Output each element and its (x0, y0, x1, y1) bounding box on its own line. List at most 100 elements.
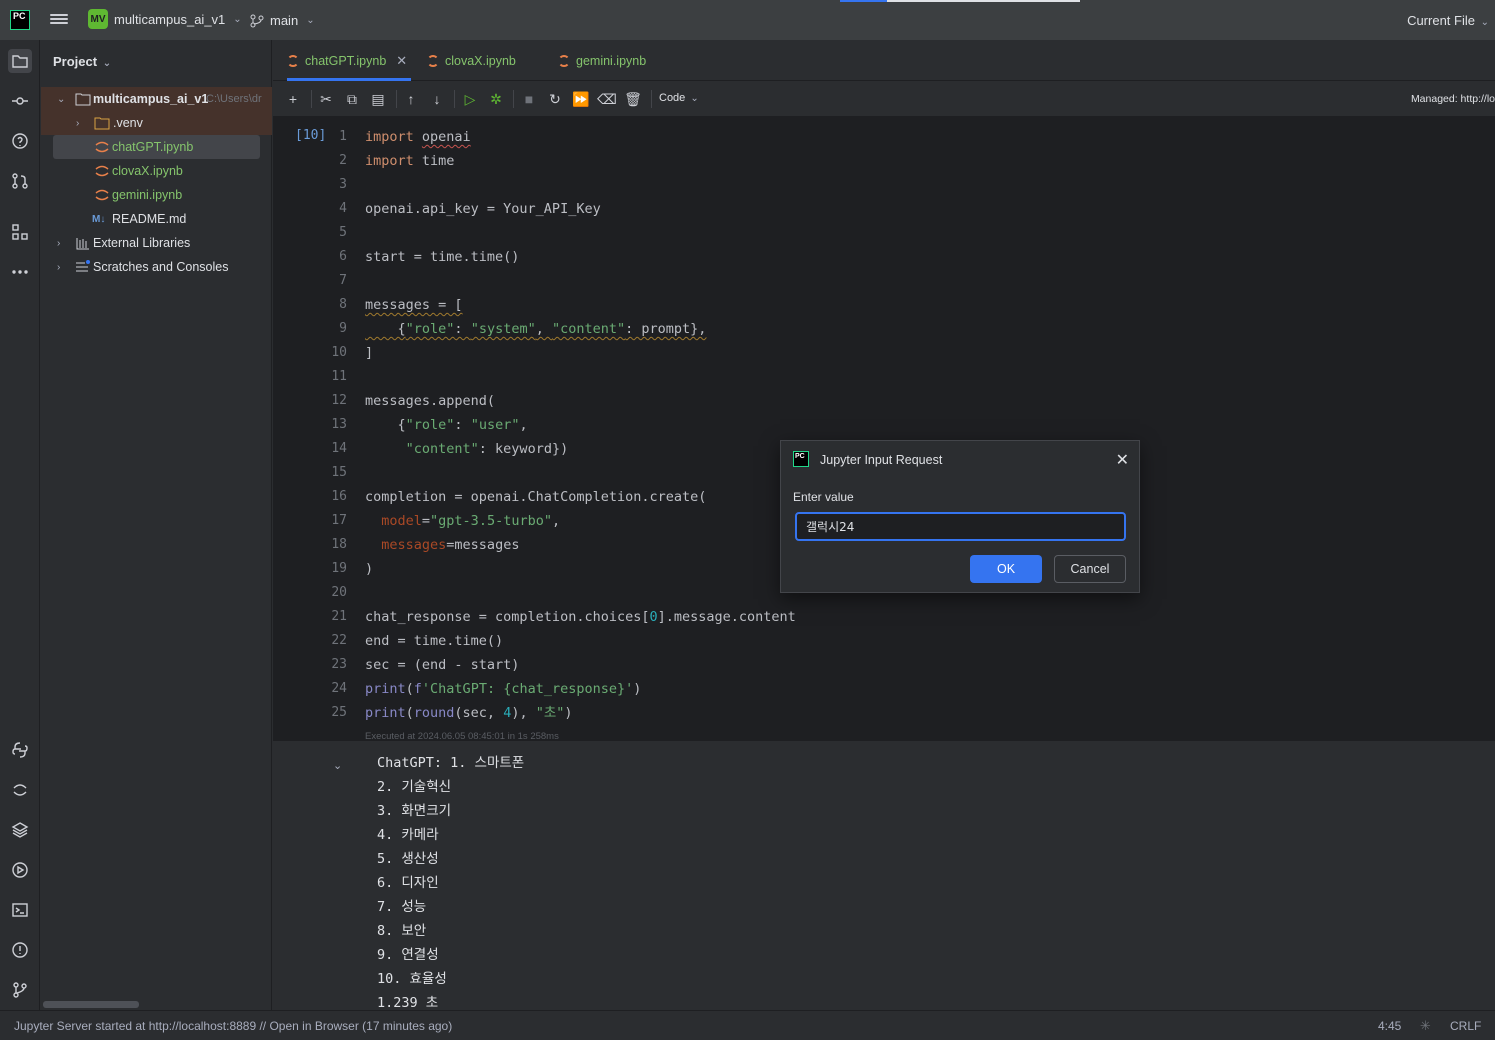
ok-button[interactable]: OK (970, 555, 1042, 583)
move-up-icon[interactable]: ↑ (401, 89, 421, 109)
tree-item-readme[interactable]: M↓ README.md (41, 207, 272, 231)
tree-item-label: Scratches and Consoles (93, 260, 229, 274)
commit-icon[interactable] (8, 89, 32, 113)
chevron-down-icon: ⌄ (690, 93, 699, 104)
caret-position[interactable]: 4:45 (1378, 1019, 1401, 1033)
problems-icon[interactable] (8, 938, 32, 962)
tree-item-venv[interactable]: › .venv (41, 111, 272, 135)
chevron-down-icon[interactable]: ⌄ (333, 759, 342, 772)
copy-icon[interactable]: ⧉ (342, 89, 362, 109)
project-badge: MV (88, 9, 108, 29)
project-panel-title[interactable]: Project ⌄ (53, 54, 111, 69)
layers-icon[interactable] (8, 818, 32, 842)
code-line: end = time.time() (365, 633, 504, 649)
line-number: 5 (339, 225, 347, 240)
clear-outputs-icon[interactable]: ⌫ (597, 89, 617, 109)
chevron-down-icon: ⌄ (233, 13, 242, 25)
tree-item-external-libraries[interactable]: › External Libraries (41, 231, 272, 255)
tree-item-label: External Libraries (93, 236, 191, 250)
main-menu-button[interactable] (50, 12, 68, 28)
tree-item-clovax-notebook[interactable]: clovaX.ipynb (41, 159, 272, 183)
tool-window-strip (0, 40, 40, 1010)
services-icon[interactable] (8, 858, 32, 882)
tab-label: chatGPT.ipynb (305, 53, 387, 68)
tree-item-label: chatGPT.ipynb (112, 140, 194, 154)
code-line: messages.append( (365, 393, 496, 409)
jupyter-icon[interactable] (8, 778, 32, 802)
line-number: 16 (331, 489, 347, 504)
move-down-icon[interactable]: ↓ (427, 89, 447, 109)
run-cell-icon[interactable]: ▷ (460, 89, 480, 109)
run-config-label: Current File (1407, 13, 1475, 28)
server-status[interactable]: Managed: http://lo (1411, 93, 1495, 105)
line-number: 9 (339, 321, 347, 336)
chevron-right-icon: › (57, 261, 61, 273)
terminal-icon[interactable] (8, 898, 32, 922)
output-line: ChatGPT: 1. 스마트폰 (377, 755, 525, 771)
line-number: 12 (331, 393, 347, 408)
paste-icon[interactable]: ▤ (368, 89, 388, 109)
python-console-icon[interactable] (8, 738, 32, 762)
notebook-toolbar: + ✂ ⧉ ▤ ↑ ↓ ▷ ✲ ■ ↻ ⏩ ⌫ 🗑 Code ⌄ Managed… (273, 81, 1495, 117)
learn-icon[interactable] (8, 129, 32, 153)
cell-type-selector[interactable]: Code ⌄ (659, 92, 699, 104)
jupyter-notebook-icon (95, 141, 109, 153)
horizontal-scrollbar[interactable] (43, 1001, 139, 1008)
restart-kernel-icon[interactable]: ↻ (545, 89, 565, 109)
cancel-button[interactable]: Cancel (1054, 555, 1126, 583)
debug-cell-icon[interactable]: ✲ (486, 89, 506, 109)
value-input[interactable] (795, 512, 1126, 541)
run-config-selector[interactable]: Current File ⌄ (1407, 13, 1489, 28)
status-bar: Jupyter Server started at http://localho… (0, 1010, 1495, 1040)
chevron-down-icon: ⌄ (1480, 17, 1489, 28)
output-line: 8. 보안 (377, 923, 427, 939)
code-editor[interactable]: import openai import time openai.api_key … (365, 125, 796, 725)
project-switcher[interactable]: MV multicampus_ai_v1 ⌄ (88, 9, 242, 29)
output-line: 1.239 초 (377, 995, 439, 1010)
branch-switcher[interactable]: main ⌄ (250, 13, 315, 28)
line-numbers: 1 2 3 4 5 6 7 8 9 10 11 12 13 14 15 16 17 18 19 20 21 22 23 24 2… (313, 125, 347, 725)
structure-icon[interactable] (8, 220, 32, 244)
output-line: 10. 효율성 (377, 971, 447, 987)
stop-icon[interactable]: ■ (519, 89, 539, 109)
code-line: import time (365, 153, 455, 169)
output-line: 5. 생산성 (377, 851, 439, 867)
dialog-title: Jupyter Input Request (820, 453, 943, 467)
tree-item-scratches[interactable]: › Scratches and Consoles (41, 255, 272, 279)
line-number: 4 (339, 201, 347, 216)
tab-gemini[interactable]: gemini.ipynb (558, 40, 646, 81)
close-icon[interactable]: ✕ (396, 53, 407, 69)
tab-clovax[interactable]: clovaX.ipynb (427, 40, 516, 81)
run-all-icon[interactable]: ⏩ (571, 89, 591, 109)
pull-requests-icon[interactable] (8, 169, 32, 193)
code-line: print(round(sec, 4), "초") (365, 705, 573, 721)
tab-chatgpt[interactable]: chatGPT.ipynb ✕ (287, 40, 412, 81)
git-icon[interactable] (8, 978, 32, 1002)
title-bar: PC MV multicampus_ai_v1 ⌄ main ⌄ Current… (0, 0, 1495, 40)
delete-cell-icon[interactable]: 🗑 (623, 89, 643, 109)
close-icon[interactable]: ✕ (1116, 450, 1129, 470)
folder-icon[interactable] (8, 49, 32, 73)
chevron-right-icon: › (76, 117, 80, 129)
jupyter-notebook-icon (95, 165, 109, 177)
code-cell[interactable]: [10] 1 2 3 4 5 6 7 8 9 10 11 12 13 14 15 16 17 18 19 20 21 22… (273, 117, 1495, 742)
markdown-icon: M↓ (92, 213, 106, 225)
cell-output: ⌄ ChatGPT: 1. 스마트폰 2. 기술혁신 3. 화면크기 4. 카메라 5.… (273, 741, 1495, 1010)
line-ending[interactable]: CRLF (1450, 1019, 1481, 1033)
cut-icon[interactable]: ✂ (316, 89, 336, 109)
tree-item-gemini-notebook[interactable]: gemini.ipynb (41, 183, 272, 207)
tree-item-chatgpt-notebook[interactable]: chatGPT.ipynb (41, 135, 272, 159)
status-message[interactable]: Jupyter Server started at http://localho… (14, 1019, 452, 1033)
line-number: 10 (331, 345, 347, 360)
line-number: 18 (331, 537, 347, 552)
code-line: model="gpt-3.5-turbo", (381, 513, 561, 529)
branch-name: main (270, 13, 299, 28)
pycharm-logo: PC (793, 451, 809, 467)
output-line: 9. 연결성 (377, 947, 439, 963)
more-icon[interactable] (8, 260, 32, 284)
progress-indicator (840, 0, 1080, 2)
tree-root-project[interactable]: ⌄ multicampus_ai_v1 C:\Users\dr (41, 87, 272, 111)
output-line: 7. 성능 (377, 899, 427, 915)
code-line: chat_response = completion.choices[0].me… (365, 609, 796, 625)
add-cell-icon[interactable]: + (283, 89, 303, 109)
